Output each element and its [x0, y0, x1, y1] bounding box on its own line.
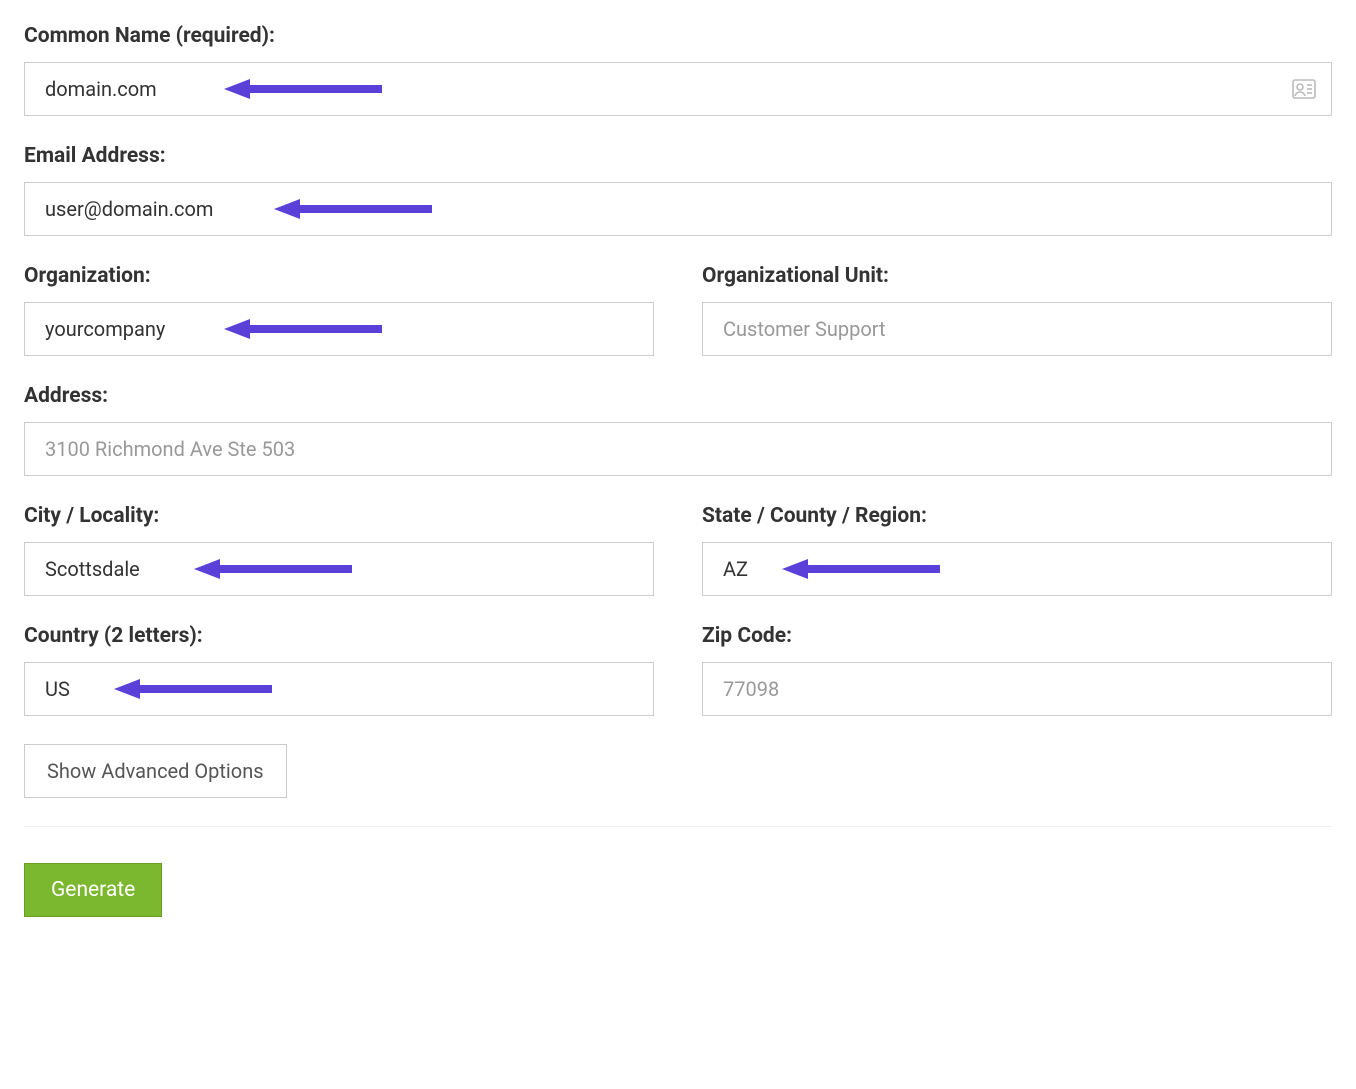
organization-input[interactable] — [24, 302, 654, 356]
zip-input[interactable] — [702, 662, 1332, 716]
common-name-input[interactable] — [24, 62, 1332, 116]
country-group: Country (2 letters): — [24, 624, 654, 716]
address-input[interactable] — [24, 422, 1332, 476]
zip-group: Zip Code: — [702, 624, 1332, 716]
org-unit-label: Organizational Unit: — [702, 264, 1332, 288]
org-unit-input[interactable] — [702, 302, 1332, 356]
country-label: Country (2 letters): — [24, 624, 654, 648]
state-input-wrapper — [702, 542, 1332, 596]
city-group: City / Locality: — [24, 504, 654, 596]
email-label: Email Address: — [24, 144, 1332, 168]
show-advanced-options-button[interactable]: Show Advanced Options — [24, 744, 287, 798]
city-input[interactable] — [24, 542, 654, 596]
organization-input-wrapper — [24, 302, 654, 356]
organization-group: Organization: — [24, 264, 654, 356]
email-group: Email Address: — [24, 144, 1332, 236]
address-input-wrapper — [24, 422, 1332, 476]
country-input[interactable] — [24, 662, 654, 716]
organization-label: Organization: — [24, 264, 654, 288]
common-name-group: Common Name (required): — [24, 24, 1332, 116]
city-input-wrapper — [24, 542, 654, 596]
zip-input-wrapper — [702, 662, 1332, 716]
email-input[interactable] — [24, 182, 1332, 236]
email-input-wrapper — [24, 182, 1332, 236]
org-unit-input-wrapper — [702, 302, 1332, 356]
country-input-wrapper — [24, 662, 654, 716]
generate-button[interactable]: Generate — [24, 863, 162, 917]
common-name-label: Common Name (required): — [24, 24, 1332, 48]
zip-label: Zip Code: — [702, 624, 1332, 648]
divider — [24, 826, 1332, 827]
csr-form: Common Name (required): Ema — [24, 24, 1332, 917]
common-name-input-wrapper — [24, 62, 1332, 116]
address-label: Address: — [24, 384, 1332, 408]
state-label: State / County / Region: — [702, 504, 1332, 528]
city-label: City / Locality: — [24, 504, 654, 528]
state-input[interactable] — [702, 542, 1332, 596]
address-group: Address: — [24, 384, 1332, 476]
org-unit-group: Organizational Unit: — [702, 264, 1332, 356]
state-group: State / County / Region: — [702, 504, 1332, 596]
